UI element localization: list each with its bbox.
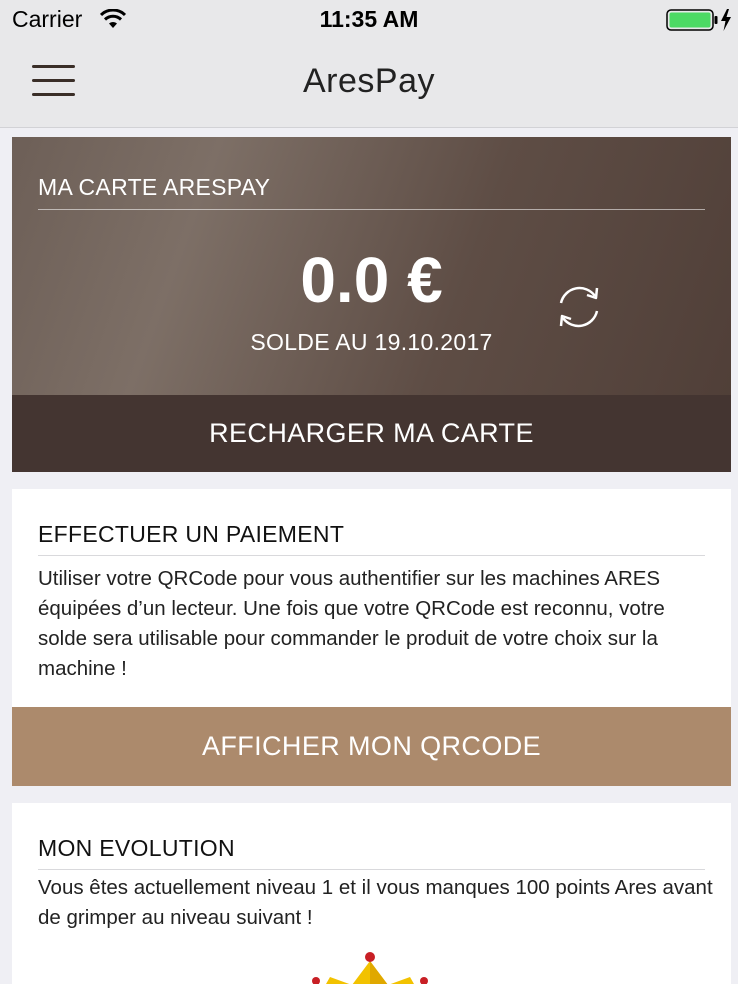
payment-title: EFFECTUER UN PAIEMENT <box>38 521 345 547</box>
evolution-divider <box>38 869 705 870</box>
evolution-title: MON EVOLUTION <box>38 835 235 861</box>
refresh-icon[interactable] <box>549 277 609 337</box>
status-bar: Carrier 11:35 AM <box>0 0 738 40</box>
payment-divider <box>38 555 705 556</box>
recharge-card-button[interactable]: RECHARGER MA CARTE <box>12 395 731 472</box>
card-header: MA CARTE ARESPAY <box>38 174 271 200</box>
evolution-description: Vous êtes actuellement niveau 1 et il vo… <box>38 876 713 929</box>
clock: 11:35 AM <box>319 6 419 32</box>
evolution-panel: MON EVOLUTION Vous êtes actuellement niv… <box>12 803 731 984</box>
payment-panel: EFFECTUER UN PAIEMENT Utiliser votre QRC… <box>12 489 731 786</box>
nav-bar: AresPay <box>0 40 738 128</box>
balance-date: SOLDE AU 19.10.2017 <box>250 329 493 355</box>
arespay-card: MA CARTE ARESPAY 0.0 € SOLDE AU 19.10.20… <box>12 137 731 472</box>
crown-icon <box>308 951 438 984</box>
balance-amount: 0.0 € <box>300 244 443 316</box>
card-divider <box>38 209 705 210</box>
battery-charging-icon <box>666 8 734 37</box>
show-qrcode-button[interactable]: AFFICHER MON QRCODE <box>12 707 731 786</box>
payment-description: Utiliser votre QRCode pour vous authenti… <box>38 567 665 680</box>
app-title: AresPay <box>303 62 435 100</box>
